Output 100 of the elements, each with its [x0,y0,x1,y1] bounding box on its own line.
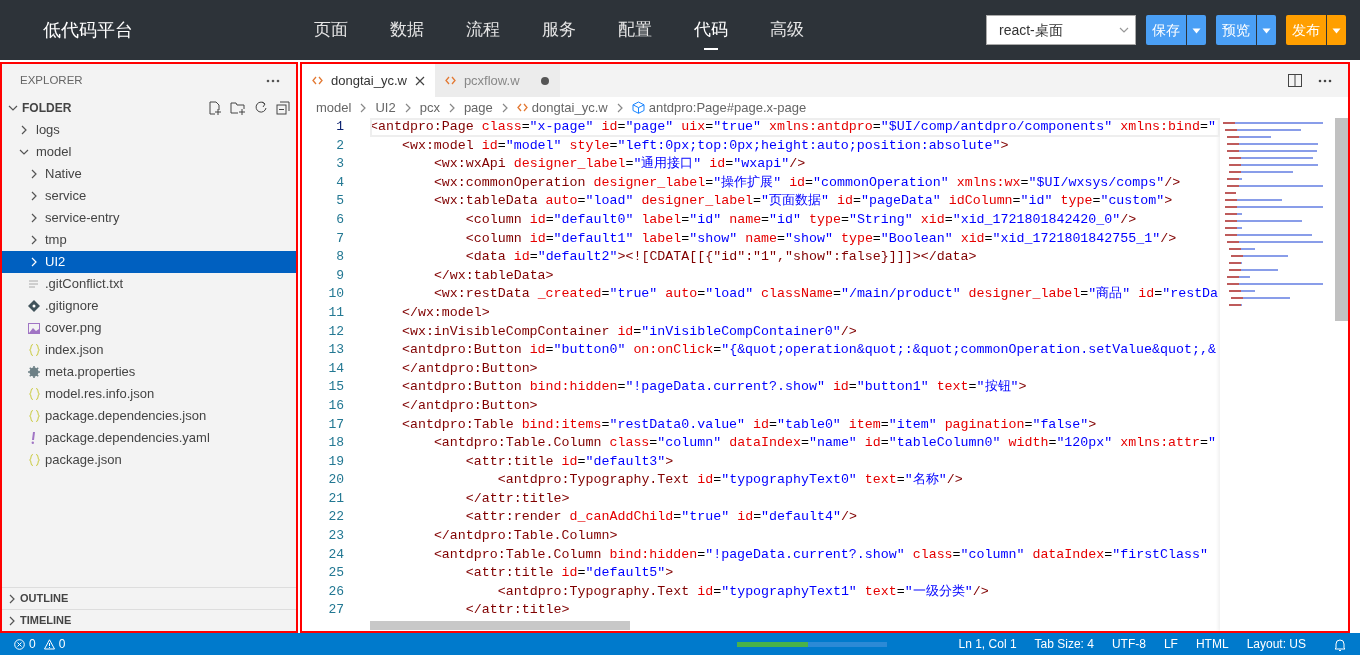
braces-icon [28,454,40,466]
status-item[interactable]: HTML [1195,635,1229,653]
code-line: <column id="default0" label="id" name="id" type="String" xid="xid_1721801842420_0"/> [464,210,1138,229]
tree-item[interactable]: .gitignore [2,295,296,317]
chevron-right-icon [30,257,38,267]
braces-icon [28,410,40,422]
error-icon[interactable] [14,638,25,650]
breadcrumb-item[interactable]: pcx [419,97,440,118]
new-folder-icon[interactable] [230,101,246,115]
line-number: 3 [335,155,345,174]
tree-item[interactable]: index.json [2,339,296,361]
gear-icon [28,366,40,378]
code-line: <attr:render d_canAddChild="true" id="default4"/> [464,508,858,527]
code-line: <antdpro:Table.Column class="column" dataIndex="name" id="tableColumn0" width="120px" xmlns:attr=" [432,434,1217,453]
caret-icon [1332,27,1341,34]
nav-tab[interactable]: 配置 [597,0,673,60]
tree-item[interactable]: service-entry [2,207,296,229]
dropdown-button[interactable] [1187,15,1206,45]
tree-item[interactable]: meta.properties [2,361,296,383]
more-icon[interactable] [266,78,280,83]
environment-select[interactable]: react-桌面 [986,15,1136,45]
bell-icon[interactable] [1334,637,1346,651]
status-item[interactable]: LF [1163,635,1178,653]
tree-item[interactable]: .gitConflict.txt [2,273,296,295]
vertical-scrollbar[interactable] [1335,118,1348,321]
split-editor-icon[interactable] [1288,74,1302,87]
code-line: </attr:title> [464,601,571,620]
editor-tab[interactable]: dongtai_yc.w [302,64,435,97]
refresh-icon[interactable] [254,101,268,115]
tree-item[interactable]: package.dependencies.yaml [2,427,296,449]
line-number: 2 [335,136,345,155]
line-number: 22 [327,508,345,527]
nav-tab[interactable]: 代码 [673,0,749,60]
nav-tab[interactable]: 流程 [445,0,521,60]
code-line: <wx:tableData auto="load" designer_label="页面数据" id="pageData" idColumn="id" type="custom"> [432,192,1174,211]
breadcrumb-item[interactable]: UI2 [375,97,396,118]
status-item[interactable]: UTF-8 [1111,635,1146,653]
code-line: <antdpro:Typography.Text id="typographyText1" text="一级分类"/> [496,582,990,601]
line-number: 1 [335,118,345,136]
tree-item[interactable]: model.res.info.json [2,383,296,405]
panel-title: EXPLORER [20,72,83,88]
breadcrumb-item[interactable]: model [316,97,352,118]
caret-icon [1262,27,1271,34]
line-number: 10 [327,285,345,304]
tree-item[interactable]: UI2 [2,251,296,273]
code-line: <attr:title id="default3"> [464,452,675,471]
collapse-icon[interactable] [276,101,290,115]
line-number: 11 [327,303,345,322]
chevron-right-icon [500,102,509,113]
warning-icon[interactable] [43,638,55,650]
nav-tab[interactable]: 数据 [369,0,445,60]
tree-item[interactable]: model [2,141,296,163]
horizontal-scrollbar[interactable] [370,621,630,631]
folder-title[interactable]: FOLDER [22,99,72,117]
code-line: <antdpro:Table bind:items="restData0.value" id="table0" item="item" pagination="false"> [400,415,1098,434]
unsaved-dot-icon [539,75,550,86]
tree-item[interactable]: Native [2,163,296,185]
tree-item[interactable]: tmp [2,229,296,251]
chevron-right-icon [30,213,38,223]
nav-tab[interactable]: 高级 [749,0,825,60]
exclamation-icon [31,432,37,444]
breadcrumb-item[interactable]: dongtai_yc.w [516,97,608,118]
line-number: 5 [335,192,345,211]
code-line: <antdpro:Table.Column bind:hidden="!pageData.current?.show" class="column" dataIndex="firstClass" [432,545,1209,564]
breadcrumb-item[interactable]: page [463,97,493,118]
code-icon [444,76,456,85]
line-number: 18 [327,434,345,453]
close-icon[interactable] [414,75,425,86]
new-file-icon[interactable] [208,101,222,115]
warning-count[interactable]: 0 [58,635,66,653]
section-header[interactable]: TIMELINE [2,609,296,631]
tree-item[interactable]: cover.png [2,317,296,339]
tree-item[interactable]: package.json [2,449,296,471]
more-icon[interactable] [1318,78,1332,83]
status-item[interactable]: Layout: US [1246,635,1306,653]
chevron-right-icon [30,235,38,245]
code-line: <antdpro:Page class="x-page" id="page" uix="true" xmlns:antdpro="$UI/comp/antdpro/components" xmlns:bind=" [370,118,1220,137]
nav-tab[interactable]: 服务 [521,0,597,60]
tree-item[interactable]: package.dependencies.json [2,405,296,427]
error-count[interactable]: 0 [29,635,36,653]
status-item[interactable]: Tab Size: 4 [1034,635,1094,653]
line-number: 9 [335,266,345,285]
chevron-right-icon [447,102,456,113]
nav-tab[interactable]: 页面 [293,0,369,60]
breadcrumb-item[interactable]: antdpro:Page#page.x-page [631,97,807,118]
line-number: 14 [327,359,345,378]
line-number: 16 [327,396,345,415]
line-number: 17 [327,415,345,434]
line-number: 6 [335,210,345,229]
tree-item[interactable]: service [2,185,296,207]
line-number: 12 [327,322,345,341]
code-line: </antdpro:Table.Column> [432,527,619,546]
status-item[interactable]: Ln 1, Col 1 [958,635,1017,653]
dropdown-button[interactable] [1257,15,1276,45]
code-line: <attr:title id="default5"> [464,564,675,583]
code-line: <data id="default2"><![CDATA[[{"id":"1","show":false}]]]></data> [464,248,978,267]
tree-item[interactable]: logs [2,119,296,141]
image-icon [28,322,40,334]
section-header[interactable]: OUTLINE [2,587,296,609]
chevron-right-icon [30,191,38,201]
